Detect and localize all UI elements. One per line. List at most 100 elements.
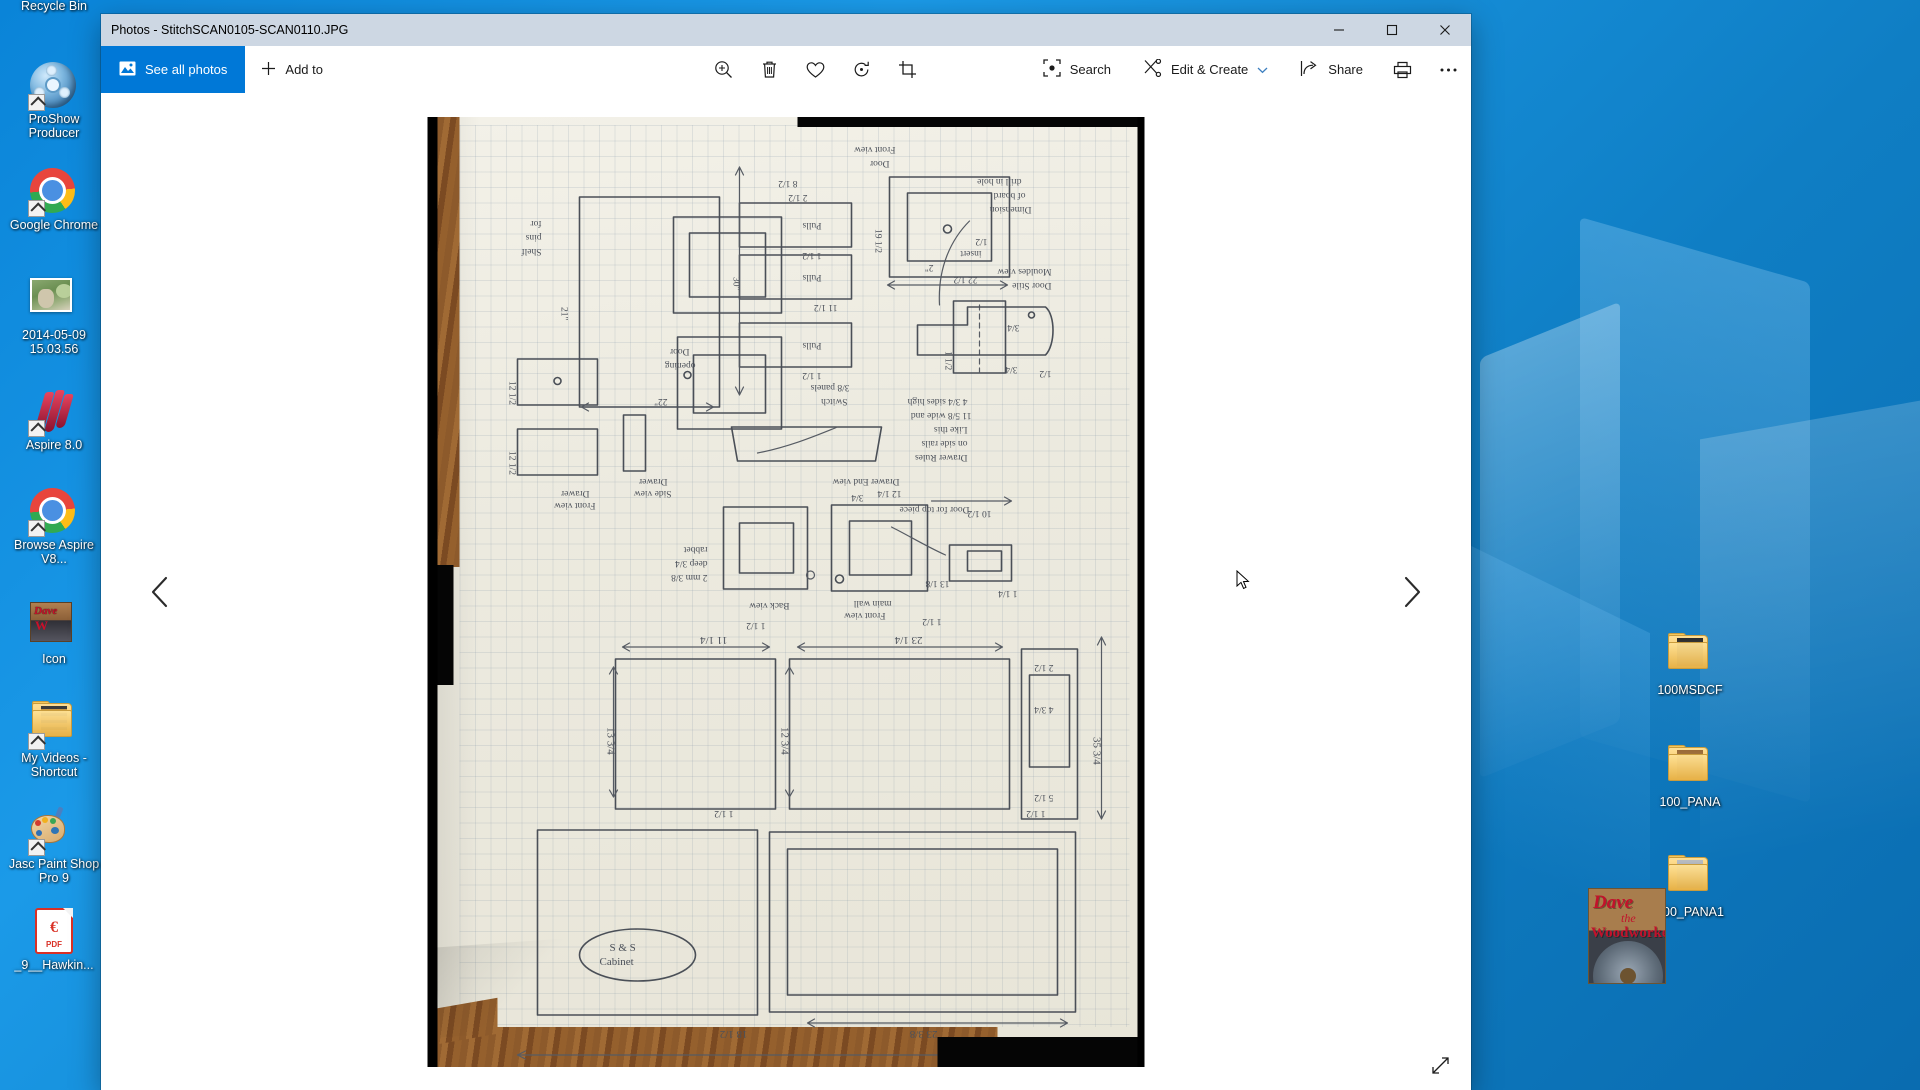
desktop-icon-label: 100_PANA bbox=[1644, 796, 1736, 810]
google-chrome-icon bbox=[30, 488, 78, 536]
delete-icon[interactable] bbox=[747, 46, 793, 93]
svg-text:Front view: Front view bbox=[854, 144, 896, 154]
desktop-icon-proshow-producer[interactable]: ProShow Producer bbox=[8, 62, 100, 140]
svg-text:1 1/2: 1 1/2 bbox=[802, 250, 822, 260]
desktop-icon-hawkins-pdf[interactable]: €PDF _9__Hawkin... bbox=[8, 908, 100, 973]
desktop-icon-icon-image[interactable]: Icon bbox=[8, 598, 100, 667]
svg-text:3/4: 3/4 bbox=[1005, 364, 1017, 374]
rotate-icon[interactable] bbox=[839, 46, 885, 93]
svg-text:main wall: main wall bbox=[853, 598, 891, 608]
desktop-icon-100-pana[interactable]: 100_PANA bbox=[1644, 740, 1736, 810]
svg-text:11 1/4: 11 1/4 bbox=[700, 634, 728, 646]
svg-text:13 1/8: 13 1/8 bbox=[925, 578, 949, 588]
svg-text:1 1/2: 1 1/2 bbox=[802, 370, 822, 380]
woodworker-logo-line2: the bbox=[1621, 911, 1636, 926]
svg-text:Door Stile: Door Stile bbox=[1012, 280, 1051, 290]
svg-text:Shelf: Shelf bbox=[521, 246, 542, 257]
photo-image[interactable]: 23 3/8 18 1/2 28 5/8 S & S Cabinet bbox=[428, 117, 1145, 1067]
share-button[interactable]: Share bbox=[1284, 46, 1379, 93]
expand-to-fit-button[interactable] bbox=[1423, 1050, 1457, 1080]
svg-text:12 3/4: 12 3/4 bbox=[779, 727, 791, 755]
desktop-icon-label: 100MSDCF bbox=[1644, 684, 1736, 698]
svg-text:1 1/2: 1 1/2 bbox=[1026, 808, 1046, 818]
pdf-file-icon: €PDF bbox=[30, 908, 78, 956]
edit-create-button[interactable]: Edit & Create bbox=[1127, 46, 1284, 93]
woodworker-logo-line3: Woodworker bbox=[1591, 925, 1666, 942]
svg-text:drill in hole: drill in hole bbox=[977, 176, 1021, 186]
heart-icon[interactable] bbox=[793, 46, 839, 93]
desktop-icon-aspire-80[interactable]: Aspire 8.0 bbox=[8, 388, 100, 453]
svg-text:1 1/2: 1 1/2 bbox=[746, 620, 766, 630]
svg-text:11 1/2: 11 1/2 bbox=[814, 302, 838, 312]
minimize-button[interactable] bbox=[1312, 14, 1365, 46]
scan-black-bar bbox=[938, 1037, 1138, 1067]
svg-text:opening: opening bbox=[665, 360, 696, 370]
search-button[interactable]: Search bbox=[1027, 46, 1127, 93]
svg-text:4 3/4: 4 3/4 bbox=[1034, 704, 1054, 714]
svg-text:Like this: Like this bbox=[934, 424, 968, 434]
svg-text:21": 21" bbox=[559, 307, 569, 321]
share-icon bbox=[1300, 60, 1319, 80]
crop-icon[interactable] bbox=[885, 46, 931, 93]
svg-text:Drawer Rules: Drawer Rules bbox=[915, 452, 968, 462]
folder-icon bbox=[1666, 633, 1714, 681]
scissors-icon bbox=[1143, 59, 1162, 80]
chevron-down-icon bbox=[1257, 62, 1268, 77]
svg-text:1 1/2: 1 1/2 bbox=[943, 351, 953, 371]
svg-text:3/4: 3/4 bbox=[851, 492, 863, 502]
see-all-photos-button[interactable]: See all photos bbox=[101, 46, 245, 93]
svg-text:Back view: Back view bbox=[749, 600, 790, 610]
more-options-icon[interactable] bbox=[1425, 46, 1471, 93]
desktop-icon-browse-aspire-v8[interactable]: Browse Aspire V8... bbox=[8, 488, 100, 566]
svg-text:2 1/2: 2 1/2 bbox=[788, 192, 808, 202]
google-chrome-icon bbox=[30, 168, 78, 216]
svg-text:Door for top piece: Door for top piece bbox=[900, 504, 970, 515]
woodworking-plan-drawing: 23 3/8 18 1/2 28 5/8 S & S Cabinet bbox=[438, 117, 1138, 1067]
desktop-icon-recycle-bin[interactable]: Recycle Bin bbox=[8, 0, 100, 14]
svg-text:Cabinet: Cabinet bbox=[600, 956, 634, 968]
svg-text:1/2: 1/2 bbox=[975, 236, 987, 246]
svg-text:Drawer: Drawer bbox=[560, 488, 589, 498]
close-button[interactable] bbox=[1418, 14, 1471, 46]
svg-text:2 mm 3/8: 2 mm 3/8 bbox=[671, 572, 708, 582]
desktop-icon-label: ProShow Producer bbox=[8, 113, 100, 140]
svg-text:18 1/2: 18 1/2 bbox=[720, 1028, 748, 1040]
svg-text:Pulls: Pulls bbox=[802, 220, 821, 230]
svg-text:Pulls: Pulls bbox=[802, 340, 821, 350]
desktop-icon-label: Browse Aspire V8... bbox=[8, 539, 100, 566]
scan-black-bar bbox=[438, 565, 454, 685]
add-to-button[interactable]: Add to bbox=[245, 46, 339, 93]
desktop-thumbnail-dave-the-woodworker[interactable]: Dave the Woodworker bbox=[1588, 888, 1666, 984]
desktop-icon-label: Icon bbox=[8, 653, 100, 667]
video-folder-icon bbox=[30, 701, 78, 749]
svg-text:pins: pins bbox=[525, 232, 541, 242]
edit-create-label: Edit & Create bbox=[1171, 62, 1248, 77]
saw-blade-icon bbox=[1593, 941, 1663, 984]
desktop-icon-100msdcf[interactable]: 100MSDCF bbox=[1644, 628, 1736, 698]
desktop-icon-my-videos-shortcut[interactable]: My Videos - Shortcut bbox=[8, 696, 100, 779]
svg-text:23 3/8: 23 3/8 bbox=[909, 1028, 937, 1040]
photos-app-window: Photos - StitchSCAN0105-SCAN0110.JPG bbox=[101, 14, 1471, 1090]
previous-photo-button[interactable] bbox=[137, 569, 183, 615]
svg-text:Switch: Switch bbox=[821, 396, 848, 406]
svg-text:22": 22" bbox=[654, 396, 668, 406]
svg-text:for: for bbox=[530, 218, 542, 229]
svg-text:Drawer End view: Drawer End view bbox=[832, 476, 899, 486]
window-titlebar[interactable]: Photos - StitchSCAN0105-SCAN0110.JPG bbox=[101, 14, 1471, 46]
desktop-icon-photo-20140509[interactable]: 2014-05-09 15.03.56 bbox=[8, 272, 100, 356]
scan-black-bar bbox=[798, 117, 1138, 127]
svg-text:Drawer: Drawer bbox=[638, 476, 667, 486]
next-photo-button[interactable] bbox=[1389, 569, 1435, 615]
svg-text:3/8 panels: 3/8 panels bbox=[810, 382, 849, 392]
print-icon[interactable] bbox=[1379, 46, 1425, 93]
wallpaper-light-ray bbox=[1580, 217, 1810, 803]
desktop-icon-jasc-paint-shop-pro-9[interactable]: Jasc Paint Shop Pro 9 bbox=[8, 804, 100, 885]
svg-text:11 5/8 wide and: 11 5/8 wide and bbox=[911, 410, 972, 420]
zoom-in-icon[interactable] bbox=[701, 46, 747, 93]
desktop-icon-label: Google Chrome bbox=[8, 219, 100, 233]
desktop-icon-google-chrome[interactable]: Google Chrome bbox=[8, 168, 100, 233]
svg-text:2 1/2: 2 1/2 bbox=[1034, 662, 1054, 672]
maximize-button[interactable] bbox=[1365, 14, 1418, 46]
desktop: Recycle Bin ProShow Producer Google Chro… bbox=[0, 0, 1920, 1090]
svg-text:12 1/2: 12 1/2 bbox=[507, 451, 517, 475]
